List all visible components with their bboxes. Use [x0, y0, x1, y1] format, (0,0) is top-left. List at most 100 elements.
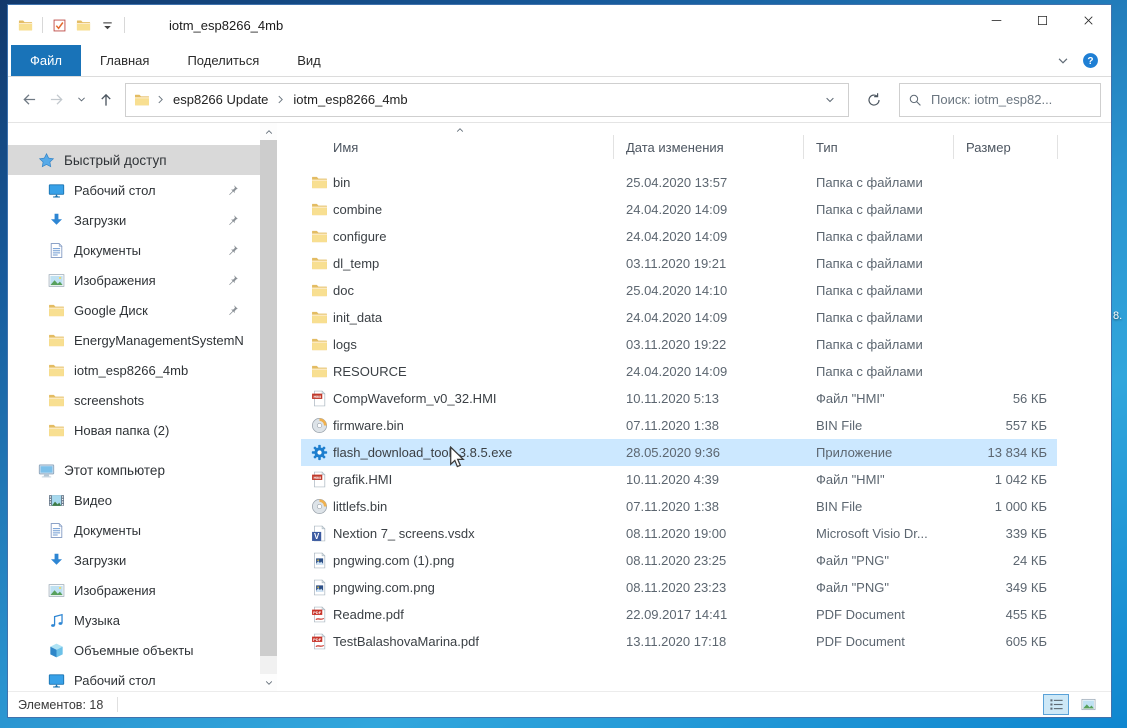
file-row[interactable]: logs03.11.2020 19:22Папка с файлами	[301, 331, 1057, 358]
scroll-up-button[interactable]	[260, 123, 277, 140]
caption-buttons	[973, 5, 1111, 35]
sidebar-item[interactable]: Музыка	[8, 605, 260, 635]
tab-share[interactable]: Поделиться	[168, 45, 278, 76]
file-date: 22.09.2017 14:41	[626, 607, 727, 622]
file-row[interactable]: HMIgrafik.HMI10.11.2020 4:39Файл "HMI"1 …	[301, 466, 1057, 493]
details-view-button[interactable]	[1043, 694, 1069, 715]
sidebar-item[interactable]: Видео	[8, 485, 260, 515]
file-row[interactable]: dl_temp03.11.2020 19:21Папка с файлами	[301, 250, 1057, 277]
properties-checkbox-icon[interactable]	[52, 18, 67, 33]
quick-access-star-icon	[38, 152, 55, 169]
address-dropdown[interactable]	[814, 94, 846, 106]
sidebar-item[interactable]: Документы	[8, 515, 260, 545]
back-arrow-icon	[20, 92, 38, 107]
file-row[interactable]: configure24.04.2020 14:09Папка с файлами	[301, 223, 1057, 250]
forward-arrow-icon	[48, 92, 66, 107]
sidebar-scrollbar[interactable]	[260, 123, 277, 691]
tab-home[interactable]: Главная	[81, 45, 168, 76]
png-file-icon	[311, 552, 328, 569]
refresh-button[interactable]	[857, 83, 891, 117]
sidebar-item[interactable]: Объемные объекты	[8, 635, 260, 665]
sidebar-item[interactable]: Рабочий стол	[8, 665, 260, 691]
close-button[interactable]	[1065, 5, 1111, 35]
thumbnail-view-icon	[1081, 697, 1096, 712]
file-row[interactable]: doc25.04.2020 14:10Папка с файлами	[301, 277, 1057, 304]
file-row[interactable]: init_data24.04.2020 14:09Папка с файлами	[301, 304, 1057, 331]
sidebar-item[interactable]: Изображения	[8, 265, 260, 295]
navigation-pane: Быстрый доступРабочий столЗагрузкиДокуме…	[8, 123, 260, 691]
column-divider[interactable]	[613, 135, 614, 159]
scroll-down-button[interactable]	[260, 674, 277, 691]
sidebar-item-label: iotm_esp8266_4mb	[74, 363, 188, 378]
file-row[interactable]: HMICompWaveform_v0_32.HMI10.11.2020 5:13…	[301, 385, 1057, 412]
scrollbar-thumb[interactable]	[260, 140, 277, 656]
maximize-button[interactable]	[1019, 5, 1065, 35]
sidebar-item-label: Документы	[74, 243, 141, 258]
file-row[interactable]: pngwing.com.png08.11.2020 23:23Файл "PNG…	[301, 574, 1057, 601]
sidebar-item[interactable]: Новая папка (2)	[8, 415, 260, 445]
file-row[interactable]: flash_download_tool_3.8.5.exe28.05.2020 …	[301, 439, 1057, 466]
hmi-file-icon: HMI	[311, 390, 328, 407]
breadcrumb-segment[interactable]: esp8266 Update	[171, 92, 270, 107]
file-row[interactable]: bin25.04.2020 13:57Папка с файлами	[301, 169, 1057, 196]
address-bar[interactable]: esp8266 Update iotm_esp8266_4mb	[125, 83, 849, 117]
ribbon-tab-bar: ФайлГлавнаяПоделитьсяВид ?	[8, 45, 1111, 77]
divider	[117, 697, 118, 712]
help-icon[interactable]: ?	[1082, 52, 1099, 69]
file-row[interactable]: VNextion 7_ screens.vsdx08.11.2020 19:00…	[301, 520, 1057, 547]
file-date: 08.11.2020 23:25	[626, 553, 726, 568]
sidebar-item[interactable]: iotm_esp8266_4mb	[8, 355, 260, 385]
sidebar-item[interactable]: Рабочий стол	[8, 175, 260, 205]
pdf-file-icon: PDF	[311, 606, 328, 623]
folder-icon[interactable]	[18, 18, 33, 33]
divider	[42, 17, 43, 33]
sidebar-item[interactable]: Изображения	[8, 575, 260, 605]
column-divider[interactable]	[803, 135, 804, 159]
sidebar-item[interactable]: Загрузки	[8, 205, 260, 235]
file-type: Папка с файлами	[816, 229, 1001, 244]
column-header-date-modified[interactable]: Дата изменения	[626, 140, 724, 155]
file-row[interactable]: firmware.bin07.11.2020 1:38BIN File557 К…	[301, 412, 1057, 439]
file-row[interactable]: PDFTestBalashovaMarina.pdf13.11.2020 17:…	[301, 628, 1057, 655]
column-header-type[interactable]: Тип	[816, 140, 838, 155]
file-size: 24 КБ	[891, 553, 1047, 568]
file-rows: bin25.04.2020 13:57Папка с файламиcombin…	[301, 169, 1057, 655]
file-row[interactable]: pngwing.com (1).png08.11.2020 23:25Файл …	[301, 547, 1057, 574]
svg-text:PDF: PDF	[313, 637, 322, 642]
sidebar-item[interactable]: screenshots	[8, 385, 260, 415]
back-button[interactable]	[20, 92, 38, 107]
recent-locations-button[interactable]	[76, 94, 87, 105]
sidebar-item[interactable]: Документы	[8, 235, 260, 265]
tab-view[interactable]: Вид	[278, 45, 340, 76]
sidebar-item[interactable]: EnergyManagementSystemN	[8, 325, 260, 355]
file-row[interactable]: PDFReadme.pdf22.09.2017 14:41PDF Documen…	[301, 601, 1057, 628]
ribbon-right-controls: ?	[1056, 45, 1111, 76]
column-divider[interactable]	[1057, 135, 1058, 159]
file-date: 08.11.2020 19:00	[626, 526, 726, 541]
sidebar-item[interactable]: Загрузки	[8, 545, 260, 575]
sidebar-item[interactable]: Быстрый доступ	[8, 145, 260, 175]
expand-ribbon-chevron-icon[interactable]	[1056, 54, 1070, 68]
file-row[interactable]: combine24.04.2020 14:09Папка с файлами	[301, 196, 1057, 223]
thumbnail-view-button[interactable]	[1075, 694, 1101, 715]
file-row[interactable]: RESOURCE24.04.2020 14:09Папка с файлами	[301, 358, 1057, 385]
breadcrumb-segment[interactable]: iotm_esp8266_4mb	[291, 92, 409, 107]
forward-button[interactable]	[48, 92, 66, 107]
sidebar-item[interactable]: Google Диск	[8, 295, 260, 325]
file-date: 03.11.2020 19:21	[626, 256, 726, 271]
tab-file[interactable]: Файл	[11, 45, 81, 76]
qat-dropdown-icon[interactable]	[100, 18, 115, 33]
quick-access-toolbar	[8, 5, 125, 45]
column-divider[interactable]	[953, 135, 954, 159]
column-header-size[interactable]: Размер	[966, 140, 1011, 155]
column-header-name[interactable]: Имя	[333, 140, 358, 155]
file-row[interactable]: littlefs.bin07.11.2020 1:38BIN File1 000…	[301, 493, 1057, 520]
minimize-button[interactable]	[973, 5, 1019, 35]
folder-icon	[311, 282, 328, 299]
new-folder-icon[interactable]	[76, 18, 91, 33]
file-size: 339 КБ	[891, 526, 1047, 541]
up-button[interactable]	[97, 92, 115, 107]
chevron-right-icon	[275, 94, 286, 105]
sidebar-item[interactable]: Этот компьютер	[8, 455, 260, 485]
search-box[interactable]: Поиск: iotm_esp82...	[899, 83, 1101, 117]
